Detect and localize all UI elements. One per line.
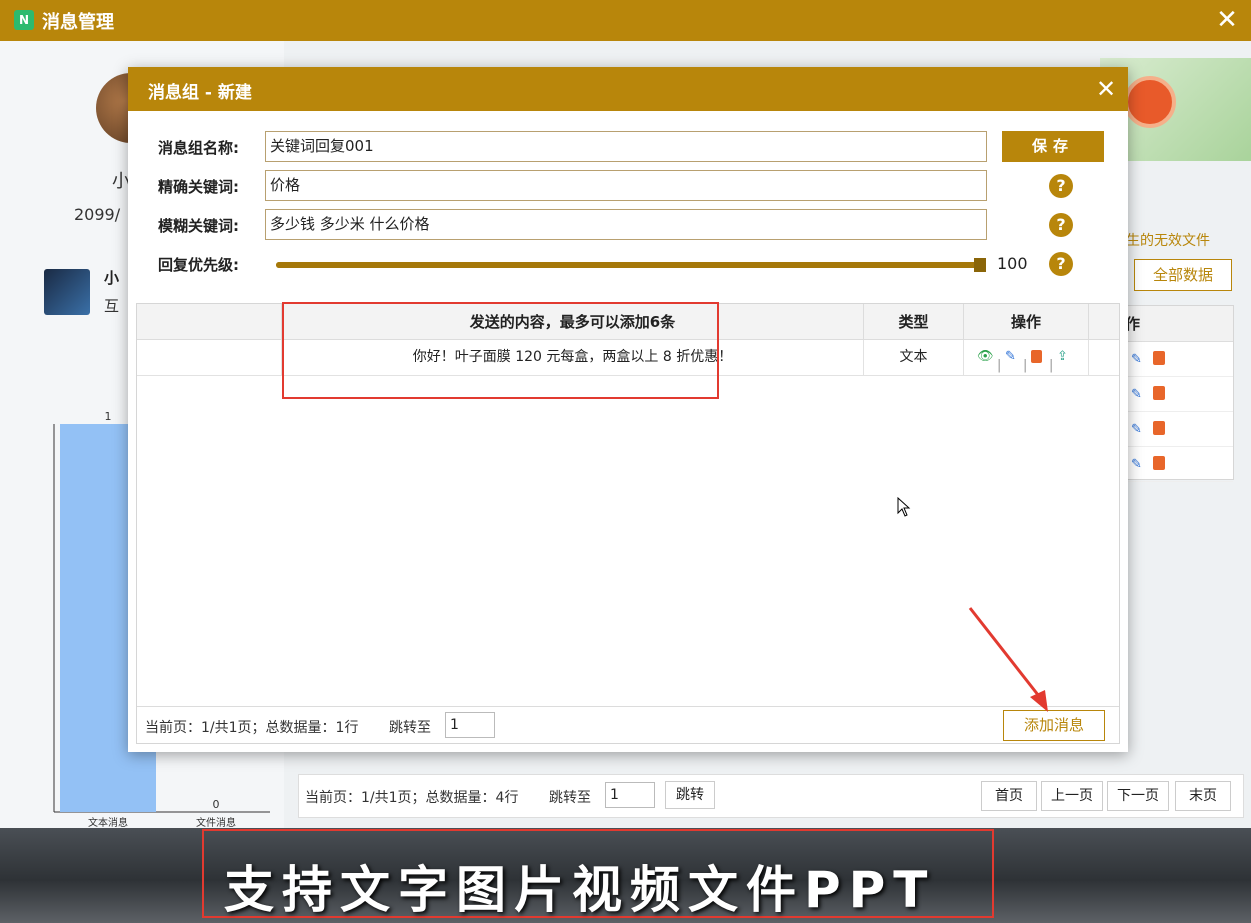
outer-close-icon[interactable]: ✕ xyxy=(1213,6,1241,34)
bar-data-label: 1 xyxy=(105,410,112,423)
prev-page-button[interactable]: 上一页 xyxy=(1041,781,1103,811)
background-jump-label: 跳转至 xyxy=(549,790,591,806)
edit-icon[interactable]: ✎ xyxy=(1005,349,1016,365)
header-ops: 操作 xyxy=(964,304,1089,340)
save-button[interactable]: 保存 xyxy=(1002,131,1104,162)
delete-icon[interactable] xyxy=(1153,386,1165,400)
fuzzy-keyword-input[interactable]: 多少钱 多少米 什么价格 xyxy=(265,209,987,240)
outer-titlebar: N 消息管理 ✕ xyxy=(0,0,1251,41)
fuzzy-keyword-label: 模糊关键词: xyxy=(158,217,239,235)
profile-date: 2099/ xyxy=(74,205,121,224)
exact-keyword-label: 精确关键词: xyxy=(158,178,239,196)
table-row: ✎ xyxy=(1121,412,1233,447)
dialog-title: 消息组 - 新建 xyxy=(148,83,252,103)
background-pagination: 当前页：1/共1页；总数据量：4行 跳转至 1 跳转 首页 上一页 下一页 末页 xyxy=(298,774,1244,818)
priority-label: 回复优先级: xyxy=(158,256,239,274)
row-type: 文本 xyxy=(864,340,964,375)
table-row: ✎ xyxy=(1121,377,1233,412)
account-name: 小 xyxy=(104,269,120,287)
invalid-files-link[interactable]: 生的无效文件 xyxy=(1126,230,1210,250)
account-avatar xyxy=(44,269,90,315)
exact-keyword-help-icon[interactable]: ? xyxy=(1049,174,1073,198)
table-row: ✎ xyxy=(1121,342,1233,377)
new-message-group-dialog: 消息组 - 新建 ✕ 消息组名称: 关键词回复001 保存 精确关键词: 价格 … xyxy=(128,67,1128,752)
dialog-page-info: 当前页：1/共1页；总数据量：1行 xyxy=(145,720,359,736)
table-row: ✎ xyxy=(1121,447,1233,482)
last-page-button[interactable]: 末页 xyxy=(1175,781,1231,811)
edit-icon[interactable]: ✎ xyxy=(1131,457,1142,472)
x-tick-label: 文本消息 xyxy=(88,816,128,828)
add-message-button[interactable]: 添加消息 xyxy=(1003,710,1105,741)
move-top-icon[interactable]: ⇪ xyxy=(1057,349,1068,365)
mouse-cursor-icon xyxy=(897,497,911,517)
background-table-header: 作 xyxy=(1121,306,1233,342)
group-name-input[interactable]: 关键词回复001 xyxy=(265,131,987,162)
op-separator: | xyxy=(1023,358,1028,373)
background-jump-input[interactable]: 1 xyxy=(605,782,655,808)
exact-keyword-input[interactable]: 价格 xyxy=(265,170,987,201)
priority-slider-fill xyxy=(276,262,980,268)
background-table: 作 ✎ ✎ ✎ ✎ xyxy=(1120,305,1234,482)
header-blank xyxy=(137,304,282,340)
edit-icon[interactable]: ✎ xyxy=(1131,352,1142,367)
row-blank-cell xyxy=(137,340,282,375)
dialog-close-icon[interactable]: ✕ xyxy=(1092,75,1120,103)
all-data-button[interactable]: 全部数据 xyxy=(1134,259,1232,291)
highlight-box-content xyxy=(282,302,719,399)
priority-slider[interactable] xyxy=(276,258,986,272)
group-name-label: 消息组名称: xyxy=(158,139,239,157)
fuzzy-keyword-help-icon[interactable]: ? xyxy=(1049,213,1073,237)
dialog-pagination: 当前页：1/共1页；总数据量：1行 跳转至 1 添加消息 xyxy=(137,706,1119,743)
priority-value: 100 xyxy=(997,254,1028,273)
delete-icon[interactable] xyxy=(1031,350,1042,363)
first-page-button[interactable]: 首页 xyxy=(981,781,1037,811)
caption-text: 支持文字图片视频文件PPT xyxy=(224,861,936,919)
view-icon[interactable]: 👁 xyxy=(977,349,994,365)
priority-slider-handle[interactable] xyxy=(974,258,986,272)
dialog-titlebar: 消息组 - 新建 ✕ xyxy=(128,67,1128,111)
account-subtitle: 互 xyxy=(104,297,120,315)
edit-icon[interactable]: ✎ xyxy=(1131,387,1142,402)
header-type: 类型 xyxy=(864,304,964,340)
op-separator: | xyxy=(997,358,1002,373)
delete-icon[interactable] xyxy=(1153,456,1165,470)
dialog-jump-label: 跳转至 xyxy=(389,720,431,736)
edit-icon[interactable]: ✎ xyxy=(1131,422,1142,437)
outer-window-title: 消息管理 xyxy=(42,12,114,33)
dialog-jump-input[interactable]: 1 xyxy=(445,712,495,738)
row-ops: 👁 | ✎ | | ⇪ xyxy=(964,340,1089,375)
app-logo-icon: N xyxy=(14,10,34,30)
delete-icon[interactable] xyxy=(1153,421,1165,435)
priority-help-icon[interactable]: ? xyxy=(1049,252,1073,276)
bar-data-label: 0 xyxy=(213,798,220,811)
x-tick-label: 文件消息 xyxy=(196,816,236,828)
next-page-button[interactable]: 下一页 xyxy=(1107,781,1169,811)
background-jump-button[interactable]: 跳转 xyxy=(665,781,715,809)
delete-icon[interactable] xyxy=(1153,351,1165,365)
background-page-info: 当前页：1/共1页；总数据量：4行 xyxy=(305,790,519,806)
op-separator: | xyxy=(1049,358,1054,373)
alarm-clock-icon xyxy=(1124,76,1176,128)
